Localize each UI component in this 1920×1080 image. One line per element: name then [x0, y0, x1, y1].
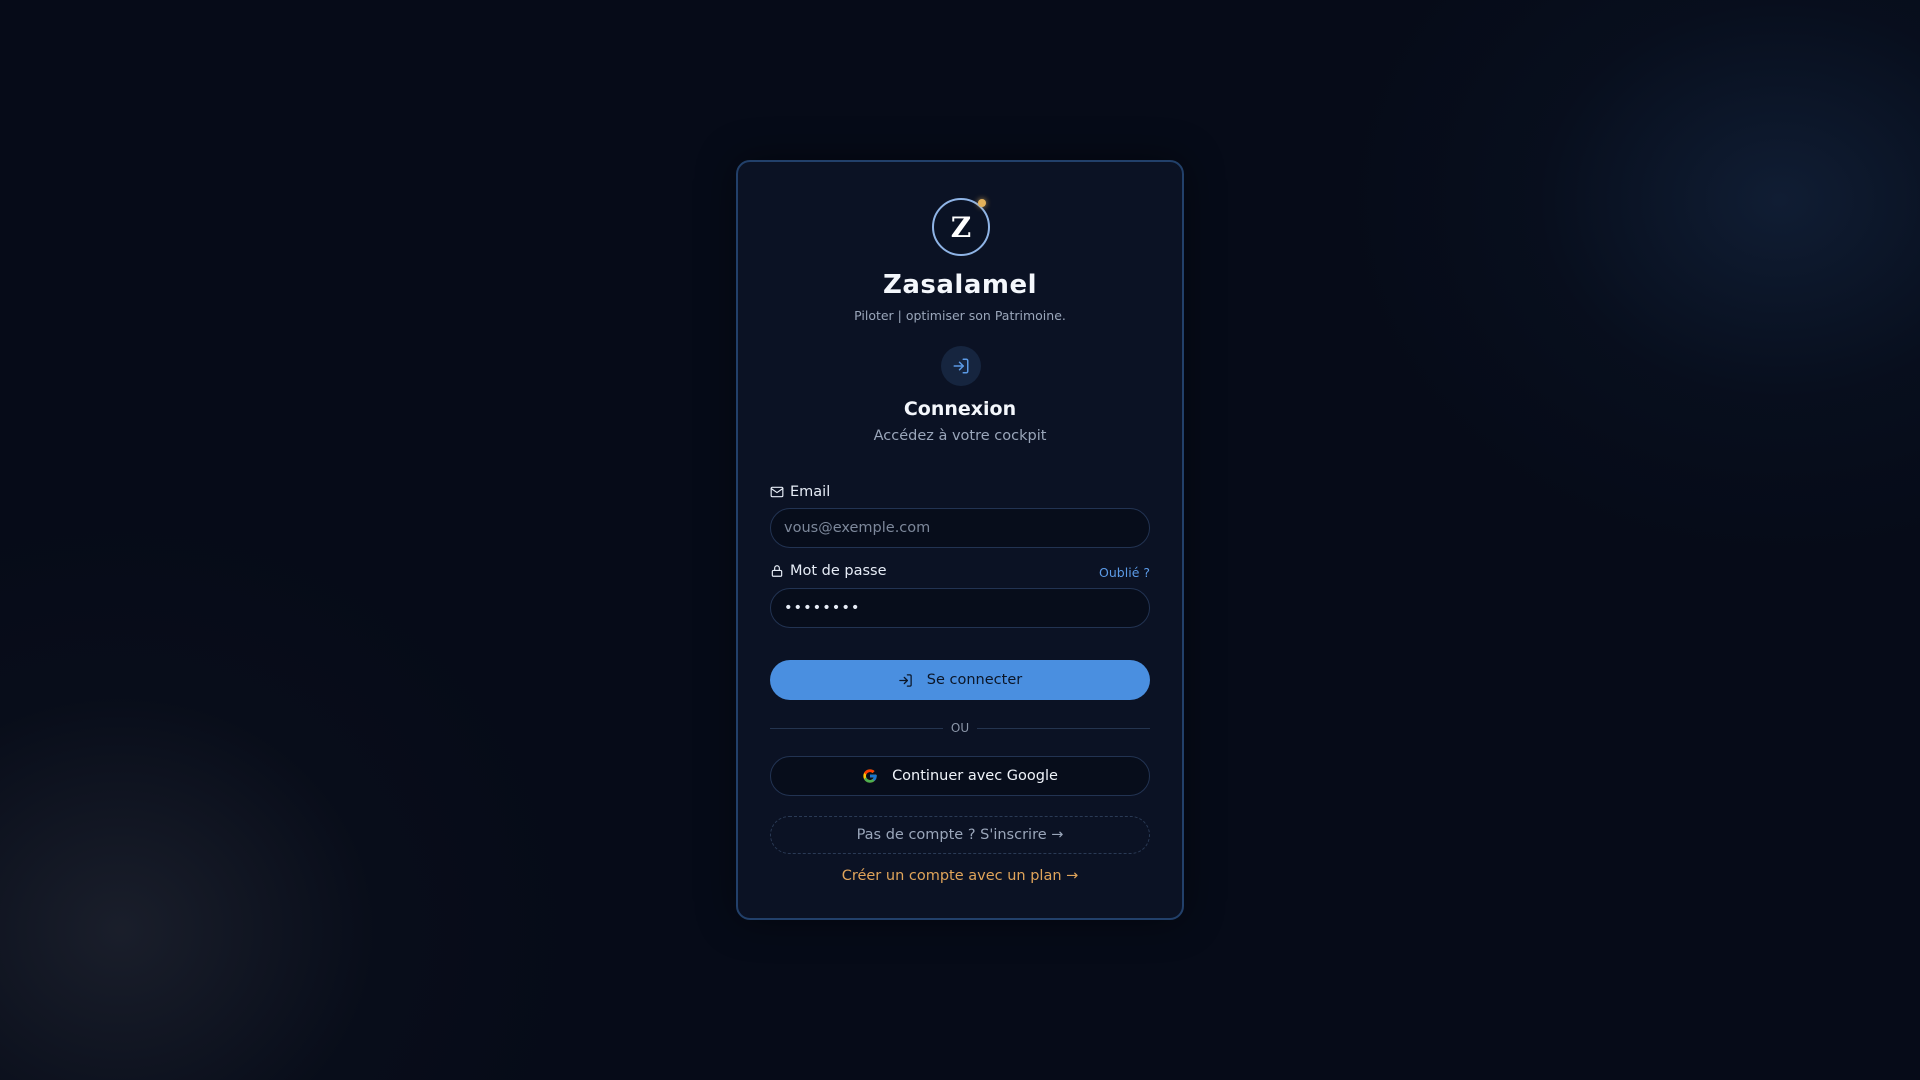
password-label: Mot de passe — [770, 563, 887, 579]
google-button-label: Continuer avec Google — [892, 768, 1058, 784]
email-label-text: Email — [790, 484, 831, 500]
login-button[interactable]: Se connecter — [770, 660, 1150, 700]
or-divider: OU — [770, 720, 1151, 736]
divider-text: OU — [950, 721, 970, 735]
email-label: Email — [770, 484, 830, 500]
password-input[interactable] — [770, 588, 1150, 628]
logo-dot — [978, 199, 986, 207]
email-input[interactable] — [770, 508, 1150, 548]
divider-line-left — [770, 727, 943, 729]
google-login-button[interactable]: Continuer avec Google — [770, 756, 1150, 796]
app-name: Zasalamel — [882, 270, 1037, 300]
google-icon — [862, 768, 878, 784]
mail-icon — [770, 485, 784, 499]
app-tagline: Piloter | optimiser son Patrimoine. — [854, 308, 1066, 323]
login-icon — [941, 346, 981, 386]
form-subtitle: Accédez à votre cockpit — [873, 428, 1047, 444]
logo-letter: Z — [950, 210, 972, 244]
create-account-plan-link[interactable]: Créer un compte avec un plan → — [738, 868, 1182, 884]
password-label-text: Mot de passe — [790, 563, 887, 579]
signup-button[interactable]: Pas de compte ? S'inscrire → — [770, 816, 1150, 854]
lock-icon — [770, 564, 784, 578]
form-title: Connexion — [903, 398, 1017, 420]
login-card: Z Zasalamel Piloter | optimiser son Patr… — [736, 160, 1184, 920]
forgot-password-link[interactable]: Oublié ? — [1099, 565, 1150, 580]
brand-logo: Z — [932, 198, 990, 256]
login-button-label: Se connecter — [926, 672, 1023, 688]
divider-line-right — [977, 727, 1151, 729]
login-icon — [898, 673, 913, 688]
